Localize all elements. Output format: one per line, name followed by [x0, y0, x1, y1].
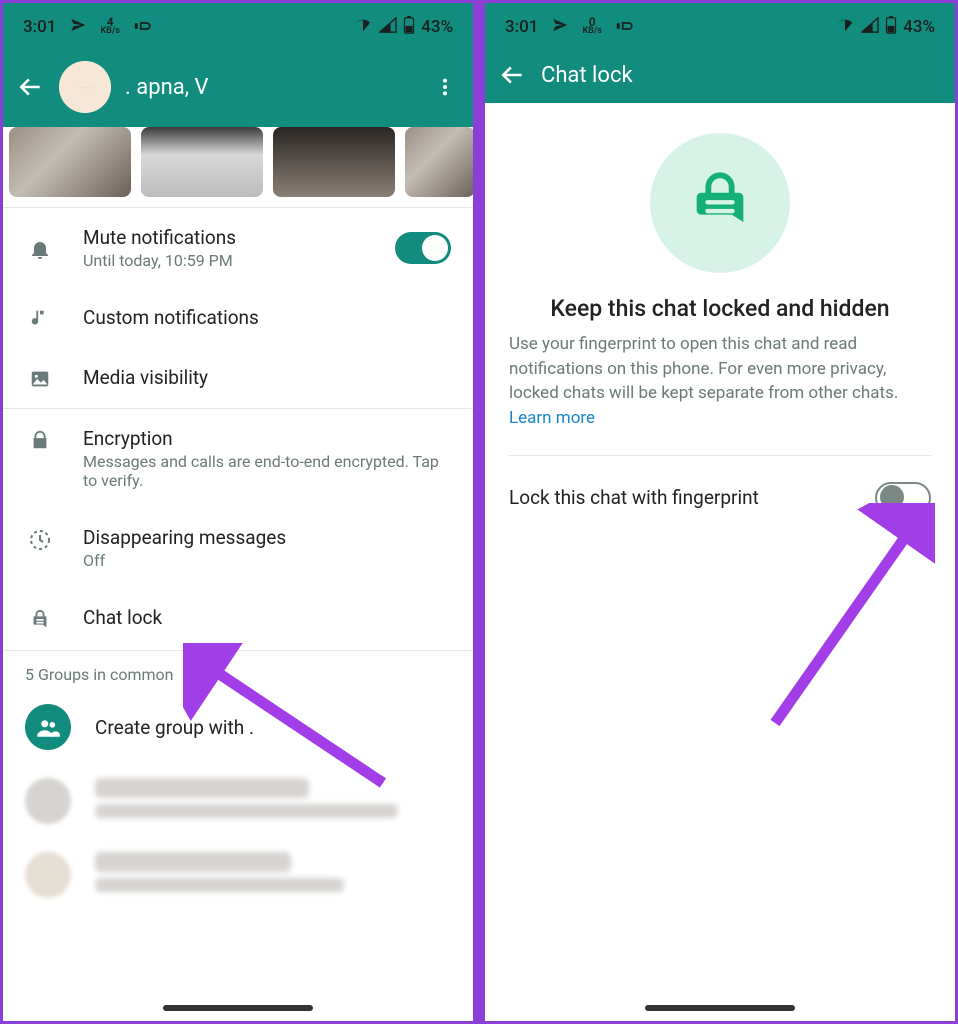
chat-lock-row[interactable]: Chat lock — [3, 588, 473, 650]
netspeed-indicator: 4 KB/s — [100, 18, 119, 36]
group-item-blurred[interactable] — [3, 764, 473, 838]
lock-hero-title: Keep this chat locked and hidden — [550, 295, 889, 322]
contact-avatar[interactable]: · · · · · · — [59, 61, 111, 113]
timer-icon — [25, 526, 55, 552]
media-thumbnails[interactable] — [3, 127, 473, 207]
nav-pill[interactable] — [163, 1005, 313, 1011]
mute-subtitle: Until today, 10:59 PM — [83, 251, 367, 270]
contact-name[interactable]: . apna, V — [125, 75, 417, 100]
status-bar: 3:01 0 KB/s 43% — [485, 3, 955, 51]
lock-hero-icon — [650, 133, 790, 273]
battery-icon — [885, 16, 897, 39]
media-thumb[interactable] — [273, 127, 395, 197]
create-group-icon — [25, 704, 71, 750]
encryption-subtitle: Messages and calls are end-to-end encryp… — [83, 452, 451, 490]
create-group-label: Create group with . — [95, 716, 254, 739]
signal-icon — [379, 17, 397, 38]
contact-info-screen: 3:01 4 KB/s 43% — [0, 0, 476, 1024]
lock-description: Use your fingerprint to open this chat a… — [485, 322, 955, 431]
voicemail-icon — [134, 17, 152, 37]
media-thumb[interactable] — [141, 127, 263, 197]
image-icon — [25, 366, 55, 390]
media-visibility-row[interactable]: Media visibility — [3, 348, 473, 408]
media-thumb[interactable] — [9, 127, 131, 197]
chat-lock-label: Chat lock — [83, 606, 451, 629]
chat-lock-screen: 3:01 0 KB/s 43% — [482, 0, 958, 1024]
lock-icon — [25, 427, 55, 451]
mute-toggle[interactable] — [395, 232, 451, 264]
nav-pill[interactable] — [645, 1005, 795, 1011]
encryption-title: Encryption — [83, 427, 451, 450]
chat-lock-icon — [25, 606, 55, 632]
disappearing-messages-row[interactable]: Disappearing messages Off — [3, 508, 473, 588]
battery-percent: 43% — [421, 17, 453, 37]
mute-notifications-row[interactable]: Mute notifications Until today, 10:59 PM — [3, 208, 473, 288]
media-thumb[interactable] — [405, 127, 473, 197]
telegram-icon — [552, 17, 568, 38]
voicemail-icon — [616, 17, 634, 37]
fingerprint-lock-toggle[interactable] — [875, 482, 931, 514]
encryption-row[interactable]: Encryption Messages and calls are end-to… — [3, 409, 473, 508]
disappearing-title: Disappearing messages — [83, 526, 451, 549]
clock: 3:01 — [505, 17, 538, 37]
learn-more-link[interactable]: Learn more — [509, 408, 595, 428]
netspeed-indicator: 0 KB/s — [582, 18, 601, 36]
back-button[interactable] — [17, 73, 45, 101]
fingerprint-lock-row[interactable]: Lock this chat with fingerprint — [485, 456, 955, 540]
media-visibility-label: Media visibility — [83, 366, 451, 389]
custom-notif-label: Custom notifications — [83, 306, 451, 329]
wifi-icon — [353, 17, 373, 38]
mute-title: Mute notifications — [83, 226, 367, 249]
create-group-row[interactable]: Create group with . — [3, 690, 473, 764]
wifi-icon — [835, 17, 855, 38]
music-note-icon — [25, 306, 55, 330]
status-bar: 3:01 4 KB/s 43% — [3, 3, 473, 51]
custom-notifications-row[interactable]: Custom notifications — [3, 288, 473, 348]
battery-percent: 43% — [903, 17, 935, 37]
svg-text:· · · · · ·: · · · · · · — [78, 86, 92, 92]
fingerprint-lock-label: Lock this chat with fingerprint — [509, 486, 759, 509]
groups-subheader: 5 Groups in common — [3, 651, 473, 690]
more-menu-button[interactable] — [431, 73, 459, 101]
bell-icon — [25, 235, 55, 261]
app-bar: · · · · · · . apna, V — [3, 51, 473, 127]
lock-hero: Keep this chat locked and hidden — [485, 103, 955, 322]
disappearing-subtitle: Off — [83, 551, 451, 570]
back-button[interactable] — [499, 61, 527, 89]
screen-title: Chat lock — [541, 63, 941, 88]
telegram-icon — [70, 17, 86, 38]
battery-icon — [403, 16, 415, 39]
signal-icon — [861, 17, 879, 38]
clock: 3:01 — [23, 17, 56, 37]
group-item-blurred[interactable] — [3, 838, 473, 912]
app-bar: Chat lock — [485, 51, 955, 103]
